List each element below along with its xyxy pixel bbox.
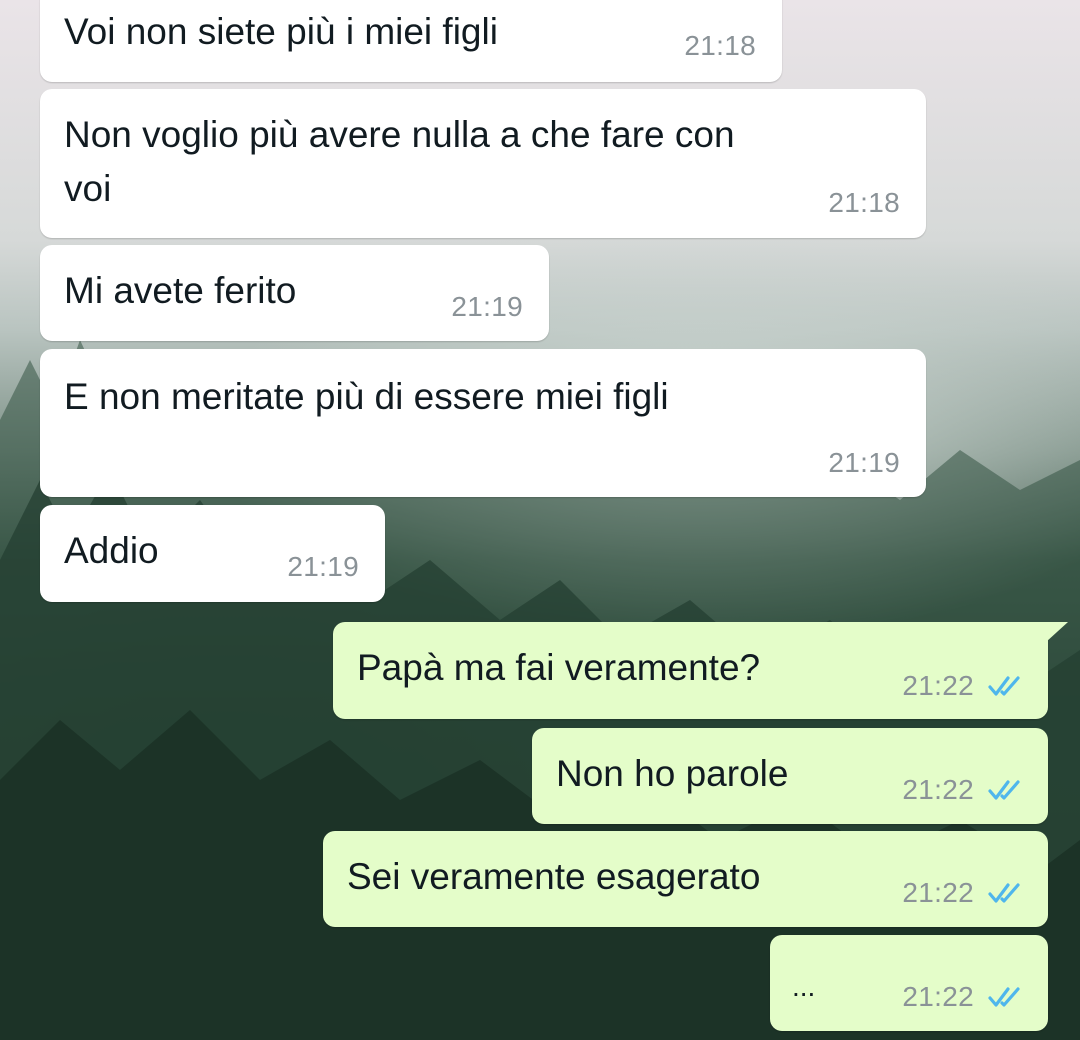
message-text-line-1: Non voglio più avere nulla a che fare co… xyxy=(64,114,735,155)
message-timestamp: 21:19 xyxy=(287,551,359,582)
message-timestamp: 21:22 xyxy=(902,670,974,701)
incoming-message[interactable]: Non voglio più avere nulla a che fare co… xyxy=(40,89,926,238)
outgoing-message[interactable]: Sei veramente esagerato 21:22 xyxy=(323,831,1048,927)
bubble-tail xyxy=(1046,622,1068,642)
message-text: Voi non siete più i miei figli xyxy=(64,11,498,52)
message-timestamp: 21:18 xyxy=(828,187,900,218)
incoming-message[interactable]: Mi avete ferito 21:19 xyxy=(40,245,549,341)
outgoing-message[interactable]: Non ho parole 21:22 xyxy=(532,728,1048,824)
message-text: Papà ma fai veramente? xyxy=(357,647,761,688)
message-timestamp: 21:22 xyxy=(902,774,974,805)
message-timestamp: 21:19 xyxy=(451,291,523,322)
double-check-read-icon xyxy=(988,987,1020,1007)
message-text: Addio xyxy=(64,530,159,571)
incoming-message[interactable]: E non meritate più di essere miei figli … xyxy=(40,349,926,497)
message-text: Mi avete ferito xyxy=(64,270,297,311)
message-timestamp: 21:22 xyxy=(902,877,974,908)
message-text: Non ho parole xyxy=(556,753,789,794)
outgoing-message[interactable]: Papà ma fai veramente? 21:22 xyxy=(333,622,1068,719)
double-check-read-icon xyxy=(988,883,1020,903)
message-timestamp: 21:19 xyxy=(828,447,900,478)
outgoing-message[interactable]: ... 21:22 xyxy=(770,935,1048,1031)
incoming-message[interactable]: Voi non siete più i miei figli 21:18 xyxy=(40,0,782,82)
message-timestamp: 21:22 xyxy=(902,981,974,1012)
double-check-read-icon xyxy=(988,780,1020,800)
message-timestamp: 21:18 xyxy=(684,30,756,61)
message-text-line-2: voi xyxy=(64,168,112,209)
double-check-read-icon xyxy=(988,676,1020,696)
incoming-message[interactable]: Addio 21:19 xyxy=(40,505,385,602)
message-text: ... xyxy=(792,971,816,1002)
message-text: E non meritate più di essere miei figli xyxy=(64,376,669,417)
message-text: Sei veramente esagerato xyxy=(347,856,761,897)
